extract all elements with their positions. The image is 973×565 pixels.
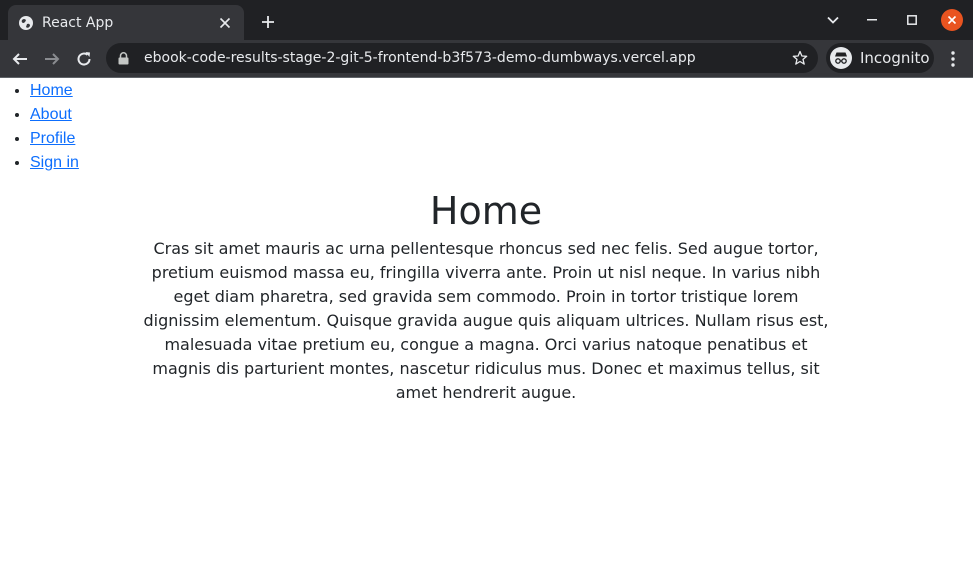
nav-link-profile[interactable]: Profile bbox=[30, 130, 75, 147]
globe-icon bbox=[18, 15, 34, 31]
nav-link-sign-in[interactable]: Sign in bbox=[30, 154, 79, 171]
nav-item-profile: Profile bbox=[30, 127, 79, 151]
close-icon[interactable] bbox=[216, 14, 234, 32]
page-paragraph: Cras sit amet mauris ac urna pellentesqu… bbox=[143, 239, 829, 402]
minimize-icon[interactable] bbox=[862, 8, 882, 32]
url-text: ebook-code-results-stage-2-git-5-fronten… bbox=[144, 50, 696, 66]
nav-item-home: Home bbox=[30, 79, 79, 103]
hero-section: Home Cras sit amet mauris ac urna pellen… bbox=[136, 188, 836, 405]
page-content: Home About Profile Sign in Home Cras sit… bbox=[0, 78, 973, 565]
arrow-left-icon[interactable] bbox=[8, 47, 32, 71]
kebab-menu-icon[interactable] bbox=[942, 47, 964, 71]
nav-item-about: About bbox=[30, 103, 79, 127]
nav-link-about[interactable]: About bbox=[30, 106, 72, 123]
nav-item-sign-in: Sign in bbox=[30, 151, 79, 175]
incognito-icon bbox=[830, 47, 852, 69]
arrow-right-icon[interactable] bbox=[40, 47, 64, 71]
page-title: Home bbox=[429, 189, 543, 233]
close-window-icon[interactable] bbox=[941, 9, 963, 31]
nav-link-home[interactable]: Home bbox=[30, 82, 73, 99]
active-tab[interactable]: React App bbox=[8, 5, 244, 40]
star-icon[interactable] bbox=[790, 48, 810, 68]
nav-menu: Home About Profile Sign in bbox=[0, 79, 79, 175]
lock-icon[interactable] bbox=[118, 51, 132, 65]
address-bar[interactable]: ebook-code-results-stage-2-git-5-fronten… bbox=[106, 43, 818, 73]
incognito-badge[interactable]: Incognito bbox=[826, 43, 934, 73]
plus-icon[interactable] bbox=[256, 10, 280, 34]
tab-bar: React App bbox=[0, 0, 973, 40]
chevron-down-icon[interactable] bbox=[822, 8, 844, 32]
reload-icon[interactable] bbox=[72, 47, 96, 71]
incognito-label: Incognito bbox=[860, 49, 930, 67]
maximize-icon[interactable] bbox=[902, 8, 922, 32]
browser-toolbar: ebook-code-results-stage-2-git-5-fronten… bbox=[0, 40, 973, 78]
tab-title: React App bbox=[42, 14, 114, 31]
